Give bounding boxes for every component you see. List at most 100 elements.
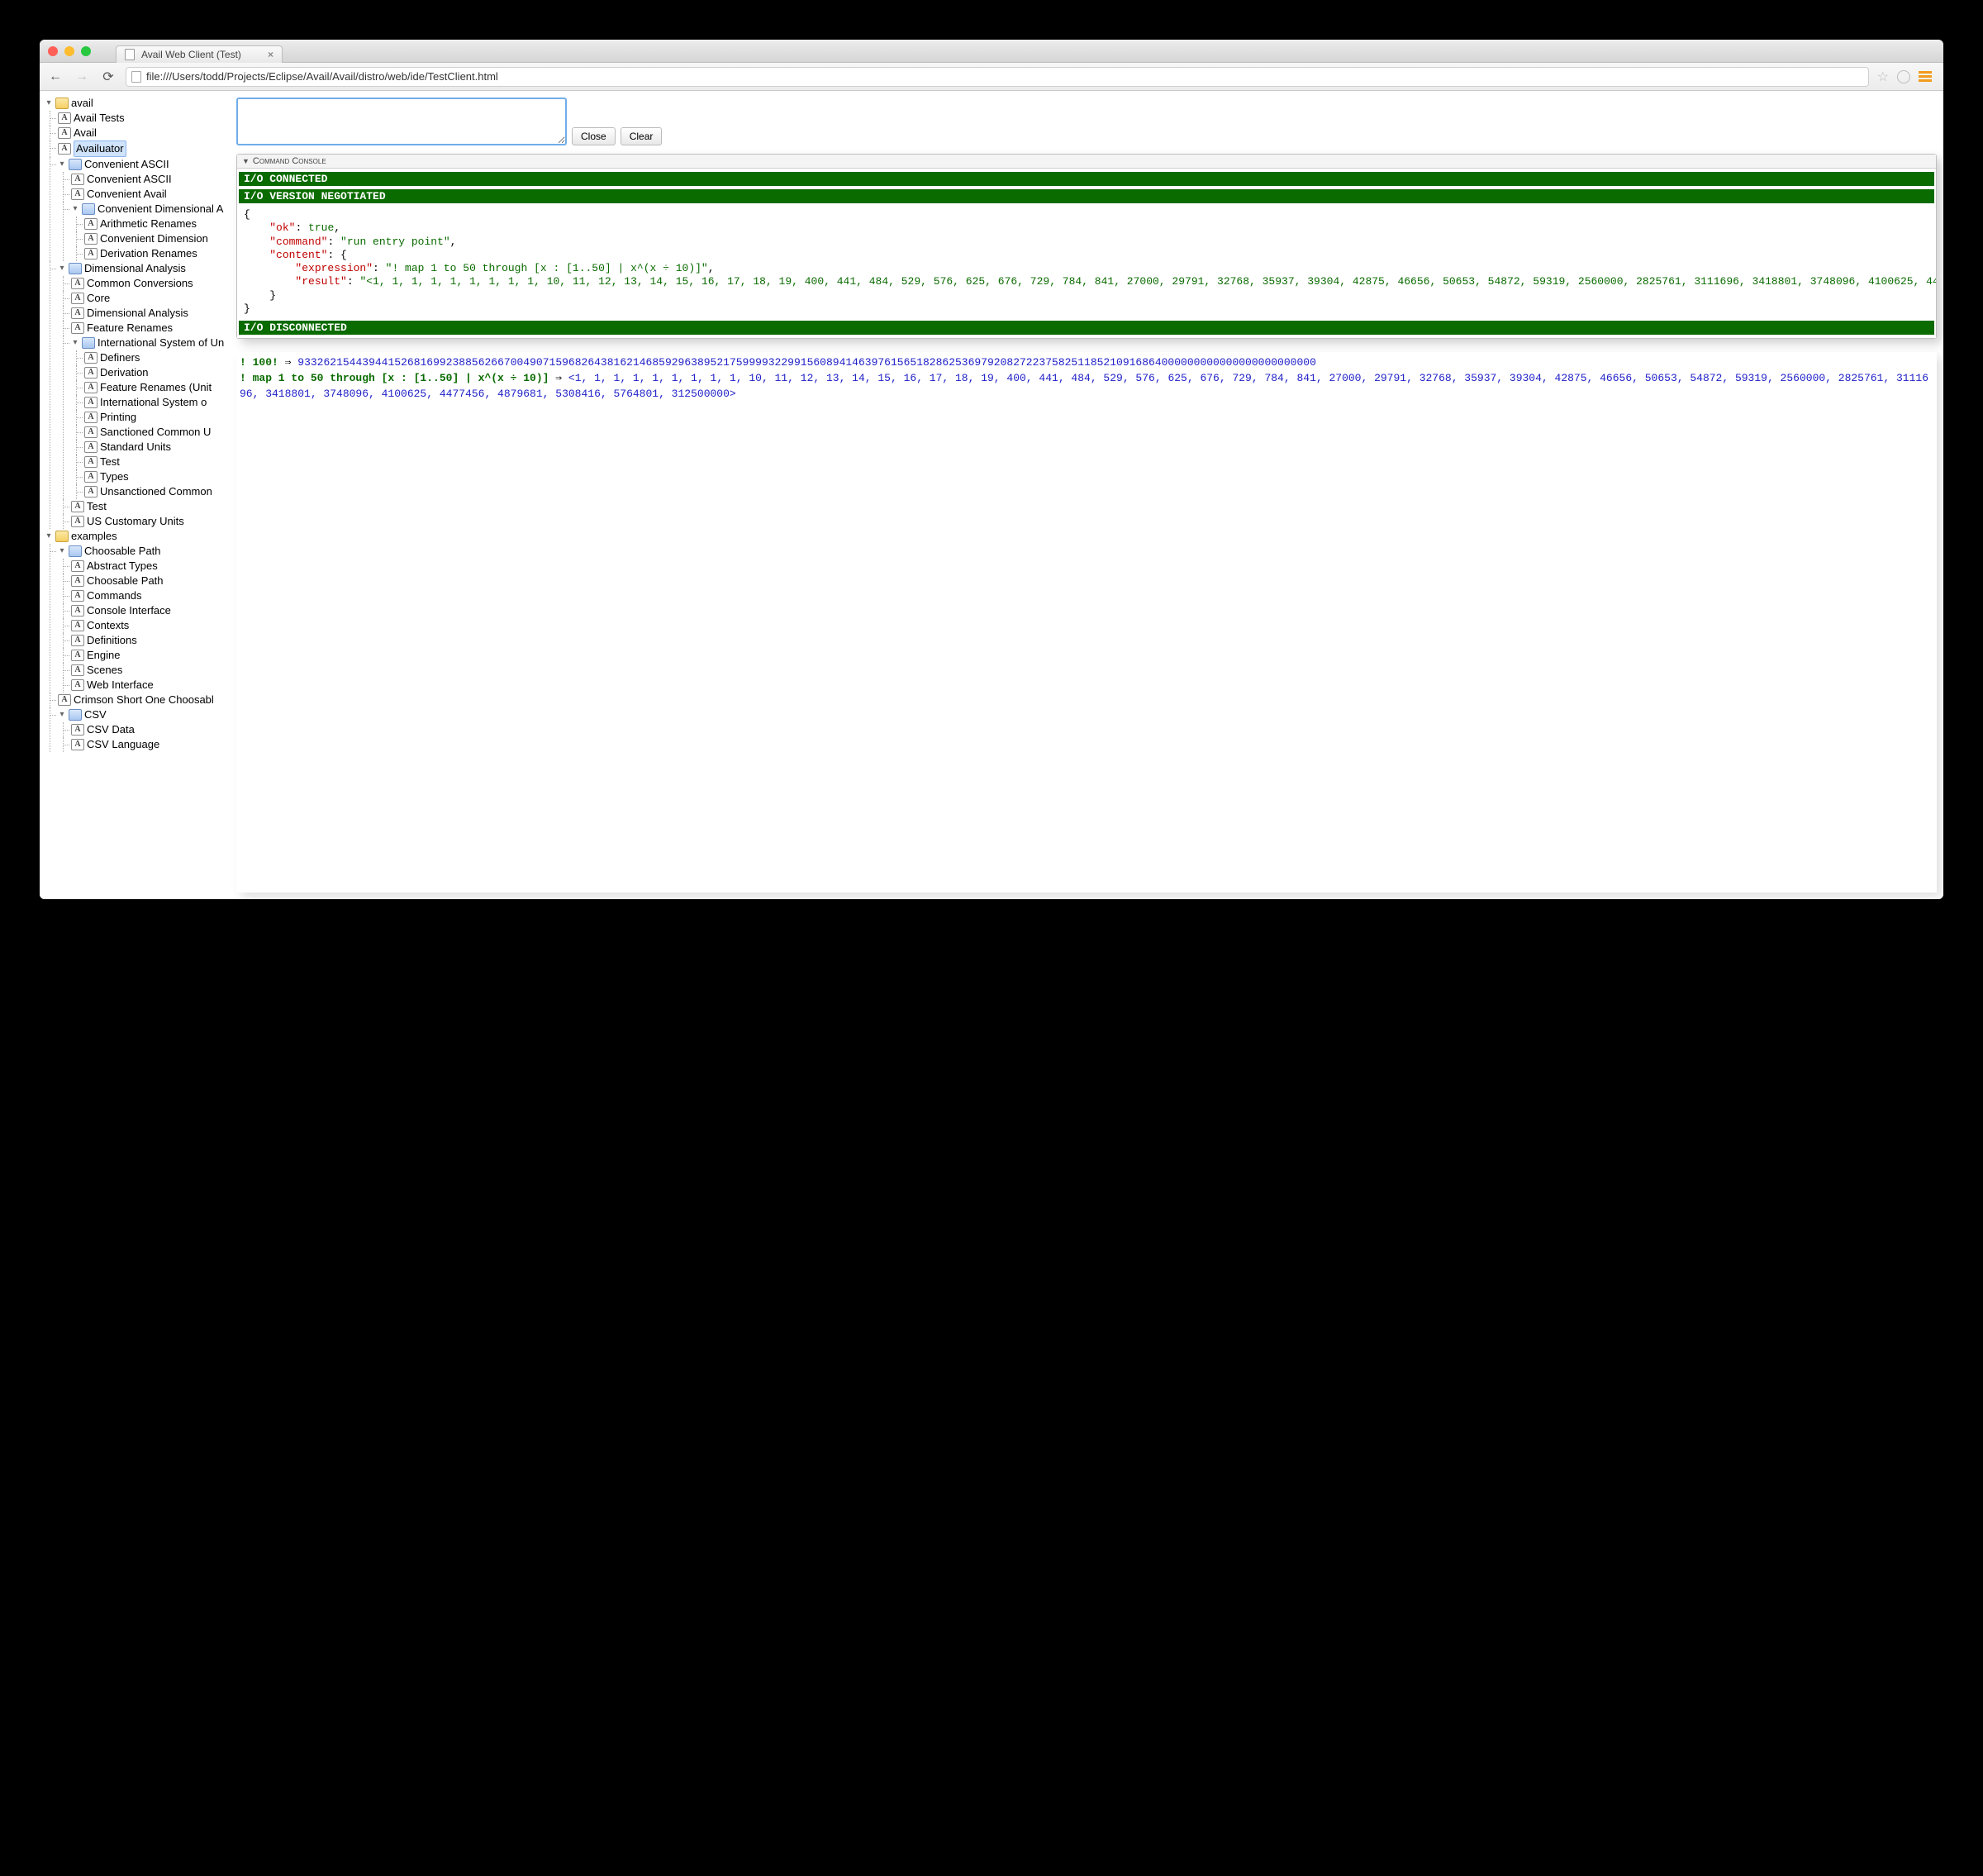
command-input[interactable] [236, 98, 567, 145]
tree-item[interactable]: AAvail Tests [58, 111, 230, 126]
tree-label: Unsanctioned Common [100, 484, 212, 499]
url-bar: ← → ⟳ file:///Users/todd/Projects/Eclips… [40, 63, 1943, 91]
module-icon: A [84, 397, 97, 408]
tree-label: Dimensional Analysis [84, 261, 186, 276]
tree-toggle-icon[interactable]: ▾ [58, 707, 66, 722]
tree-item[interactable]: AAbstract Types [71, 559, 230, 574]
tree-item[interactable]: AUnsanctioned Common [84, 484, 230, 499]
tree-item[interactable]: ACSV Language [71, 737, 230, 752]
tree-label: Commands [87, 588, 141, 603]
tree-item[interactable]: AChoosable Path [71, 574, 230, 588]
close-window-icon[interactable] [48, 46, 58, 56]
zoom-window-icon[interactable] [81, 46, 91, 56]
tree-label: Convenient Dimensional A [97, 202, 223, 217]
tree-item[interactable]: AArithmetic Renames [84, 217, 230, 231]
tree-item[interactable]: ATypes [84, 469, 230, 484]
tree-item[interactable]: ATest [84, 455, 230, 469]
tree-item[interactable]: ASanctioned Common U [84, 425, 230, 440]
tree-label: Printing [100, 410, 136, 425]
module-icon: A [84, 233, 97, 245]
nav-back-icon[interactable]: ← [46, 69, 64, 84]
module-icon: A [84, 352, 97, 364]
tree-item[interactable]: AConsole Interface [71, 603, 230, 618]
tree-toggle-icon[interactable]: ▾ [45, 529, 53, 544]
tree-item[interactable]: ADerivation [84, 365, 230, 380]
tree-root-examples[interactable]: ▾ examples [45, 529, 230, 544]
tree-item-availuator[interactable]: AAvailuator [58, 140, 230, 157]
tree-item[interactable]: APrinting [84, 410, 230, 425]
package-icon [69, 545, 82, 557]
arrow-icon: ⇒ [555, 372, 562, 384]
tree-root-avail[interactable]: ▾ avail [45, 96, 230, 111]
tree-item[interactable]: ▾ International System of Un [71, 336, 230, 350]
tree-item[interactable]: AContexts [71, 618, 230, 633]
package-icon [82, 203, 95, 215]
module-icon: A [71, 635, 84, 646]
reload-icon[interactable]: ⟳ [99, 69, 117, 85]
tree-label: Derivation [100, 365, 149, 380]
tree-item[interactable]: ACSV Data [71, 722, 230, 737]
bookmark-star-icon[interactable]: ☆ [1877, 69, 1889, 85]
output-command: ! map 1 to 50 through [x : [1..50] | x^(… [240, 372, 549, 384]
tree-item[interactable]: ACrimson Short One Choosabl [58, 693, 230, 707]
url-text: file:///Users/todd/Projects/Eclipse/Avai… [146, 70, 498, 83]
tree-label: Definers [100, 350, 140, 365]
tree-toggle-icon[interactable]: ▾ [58, 157, 66, 172]
tree-item[interactable]: ADefiners [84, 350, 230, 365]
tree-item[interactable]: ▾Choosable Path [58, 544, 230, 559]
tree-toggle-icon[interactable]: ▾ [58, 544, 66, 559]
nav-forward-icon[interactable]: → [73, 69, 91, 84]
globe-icon[interactable] [1897, 70, 1910, 83]
url-field[interactable]: file:///Users/todd/Projects/Eclipse/Avai… [126, 67, 1869, 87]
tree-item[interactable]: ACommands [71, 588, 230, 603]
tree-item[interactable]: ADefinitions [71, 633, 230, 648]
arrow-icon: ⇒ [285, 356, 292, 369]
tree-item[interactable]: AEngine [71, 648, 230, 663]
tree-item[interactable]: AUS Customary Units [71, 514, 230, 529]
tree-toggle-icon[interactable]: ▾ [71, 202, 79, 217]
package-icon [69, 709, 82, 721]
panel-header[interactable]: ▼ Command Console [237, 155, 1936, 169]
tree-item[interactable]: AConvenient ASCII [71, 172, 230, 187]
module-icon: A [84, 471, 97, 483]
tree-label: Feature Renames [87, 321, 173, 336]
tree-label: examples [71, 529, 117, 544]
tree-item[interactable]: ▾ Convenient Dimensional A [71, 202, 230, 217]
tree-item[interactable]: AStandard Units [84, 440, 230, 455]
tree-item[interactable]: ▾ Dimensional Analysis [58, 261, 230, 276]
tree-item[interactable]: ▾CSV [58, 707, 230, 722]
tree-label: avail [71, 96, 93, 111]
tree-item[interactable]: ATest [71, 499, 230, 514]
titlebar: Avail Web Client (Test) × [40, 40, 1943, 63]
tree-item[interactable]: ACommon Conversions [71, 276, 230, 291]
output-result: 9332621544394415268169923885626670049071… [297, 356, 1316, 369]
tree-label: Test [100, 455, 120, 469]
folder-icon [55, 531, 69, 542]
close-button[interactable]: Close [572, 127, 616, 145]
tree-toggle-icon[interactable]: ▾ [45, 96, 53, 111]
tree-item[interactable]: AFeature Renames [71, 321, 230, 336]
tab-close-icon[interactable]: × [268, 49, 273, 60]
tree-item[interactable]: AScenes [71, 663, 230, 678]
module-tree[interactable]: ▾ avail AAvail Tests AAvail AAvailuator … [40, 91, 230, 899]
tree-item[interactable]: ADerivation Renames [84, 246, 230, 261]
tree-item[interactable]: AConvenient Dimension [84, 231, 230, 246]
tree-item[interactable]: AWeb Interface [71, 678, 230, 693]
tree-item[interactable]: AAvail [58, 126, 230, 140]
minimize-window-icon[interactable] [64, 46, 74, 56]
browser-tab[interactable]: Avail Web Client (Test) × [116, 45, 283, 63]
tree-label: International System of Un [97, 336, 224, 350]
tree-toggle-icon[interactable]: ▾ [71, 336, 79, 350]
tree-toggle-icon[interactable]: ▾ [58, 261, 66, 276]
tree-item[interactable]: AFeature Renames (Unit [84, 380, 230, 395]
tree-label: Crimson Short One Choosabl [74, 693, 214, 707]
module-icon: A [58, 112, 71, 124]
command-console-panel: ▼ Command Console I/O CONNECTED I/O VERS… [236, 154, 1937, 339]
clear-button[interactable]: Clear [621, 127, 663, 145]
hamburger-menu-icon[interactable] [1919, 71, 1932, 82]
tree-item[interactable]: ▾Convenient ASCII [58, 157, 230, 172]
tree-item[interactable]: AConvenient Avail [71, 187, 230, 202]
tree-item[interactable]: ADimensional Analysis [71, 306, 230, 321]
tree-item[interactable]: ACore [71, 291, 230, 306]
tree-item[interactable]: AInternational System o [84, 395, 230, 410]
